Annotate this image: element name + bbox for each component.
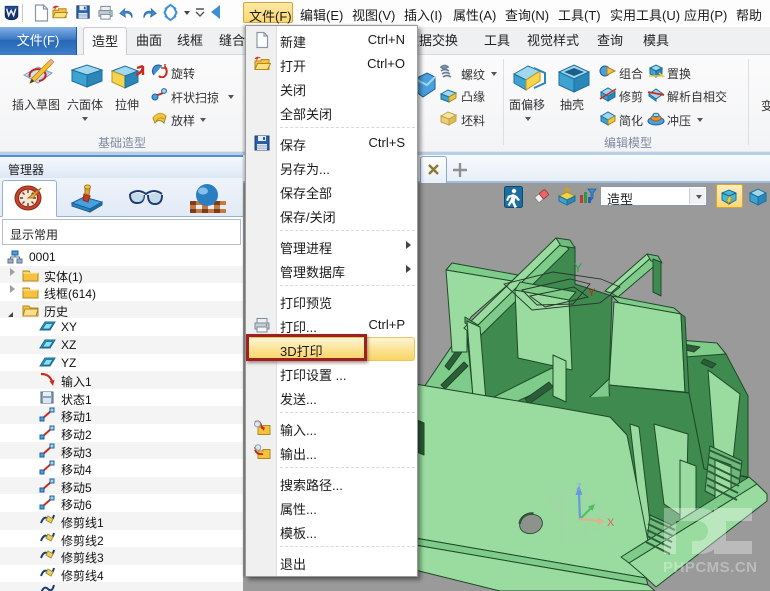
svg-text:Y: Y	[588, 287, 596, 299]
svg-text:PHPCMS.CN: PHPCMS.CN	[663, 559, 758, 576]
svg-text:Z: Z	[576, 482, 582, 492]
svg-text:X: X	[607, 517, 615, 529]
svg-text:Y: Y	[574, 261, 582, 275]
